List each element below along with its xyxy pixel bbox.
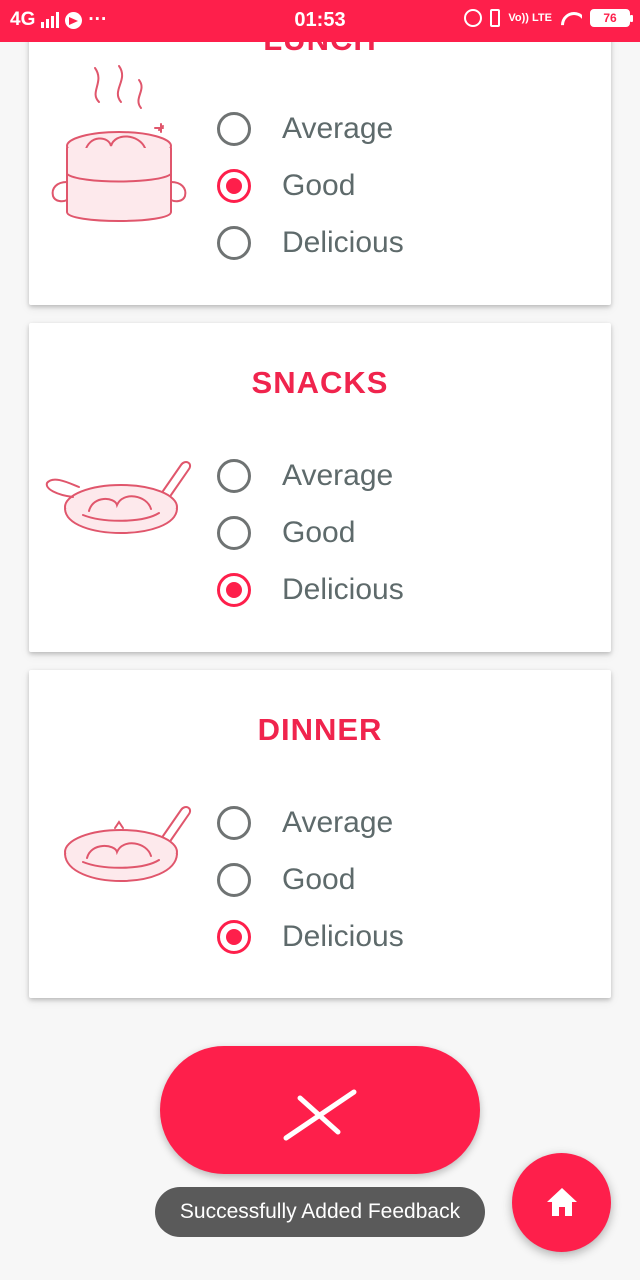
radio-good[interactable]: [217, 862, 251, 897]
rating-options: Average Good Delicious: [217, 100, 404, 271]
radio-average[interactable]: [217, 111, 251, 146]
volte-indicator: Vo)) LTE: [508, 12, 552, 24]
option-good[interactable]: Good: [217, 157, 404, 214]
option-average[interactable]: Average: [217, 447, 404, 504]
option-label: Delicious: [282, 225, 404, 259]
toast-message: Successfully Added Feedback: [155, 1187, 485, 1237]
option-label: Good: [282, 515, 356, 549]
status-bar: 4G ··· 01:53 Vo)) LTE 76: [0, 0, 640, 42]
option-label: Average: [282, 805, 394, 839]
option-good[interactable]: Good: [217, 851, 404, 908]
frying-pan-icon: [45, 461, 191, 534]
feedback-card-lunch: LUNCH Average Good Delicious: [29, 10, 611, 305]
vibrate-icon: [490, 9, 501, 27]
option-good[interactable]: Good: [217, 504, 404, 561]
radio-delicious[interactable]: [217, 225, 251, 260]
feedback-card-snacks: SNACKS Average Good Delicious: [29, 323, 611, 652]
battery-icon: 76: [590, 9, 633, 27]
option-label: Delicious: [282, 919, 404, 953]
rating-options: Average Good Delicious: [217, 794, 404, 965]
option-average[interactable]: Average: [217, 794, 404, 851]
option-label: Average: [282, 458, 394, 492]
radio-good[interactable]: [217, 515, 251, 550]
card-title: SNACKS: [251, 365, 389, 400]
option-average[interactable]: Average: [217, 100, 404, 157]
feedback-card-dinner: DINNER Average Good Delicious: [29, 670, 611, 998]
card-title: DINNER: [257, 712, 383, 747]
option-label: Good: [282, 862, 356, 896]
rating-options: Average Good Delicious: [217, 447, 404, 618]
home-button[interactable]: [512, 1153, 611, 1252]
home-icon: [547, 1188, 577, 1216]
radio-average[interactable]: [217, 458, 251, 493]
battery-level: 76: [603, 11, 617, 25]
option-label: Delicious: [282, 572, 404, 606]
cancel-button[interactable]: [160, 1046, 480, 1174]
option-delicious[interactable]: Delicious: [217, 561, 404, 618]
status-right: Vo)) LTE 76: [464, 9, 633, 27]
radio-good[interactable]: [217, 168, 251, 203]
option-delicious[interactable]: Delicious: [217, 214, 404, 271]
option-label: Good: [282, 168, 356, 202]
radio-average[interactable]: [217, 805, 251, 840]
alarm-icon: [464, 9, 483, 27]
option-label: Average: [282, 111, 394, 145]
close-icon: [283, 1089, 357, 1141]
steamer-pot-icon: [51, 65, 187, 222]
radio-delicious[interactable]: [217, 919, 251, 954]
frying-pan-icon: [64, 806, 191, 882]
wifi-icon: [560, 10, 582, 26]
option-delicious[interactable]: Delicious: [217, 908, 404, 965]
radio-delicious[interactable]: [217, 572, 251, 607]
